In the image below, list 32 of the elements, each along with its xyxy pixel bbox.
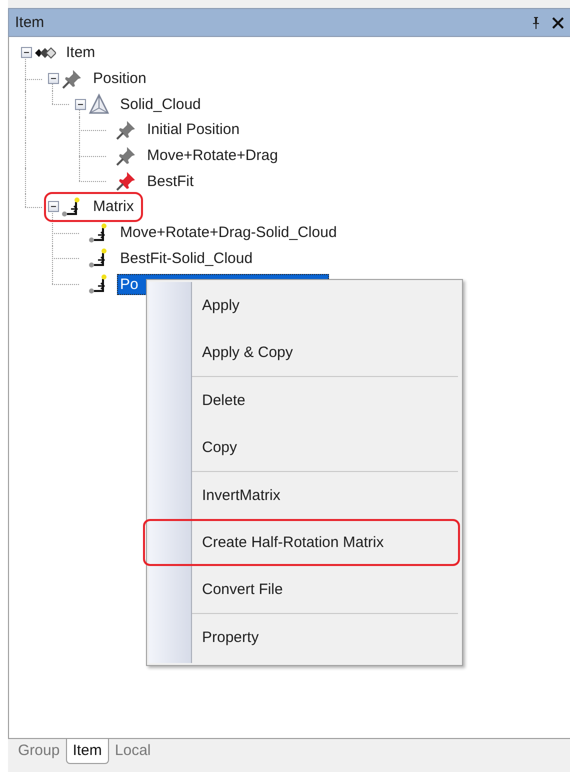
menu-item[interactable]: Property — [143, 614, 460, 661]
panel-title: Item — [15, 14, 46, 31]
tree-item[interactable]: Solid_Cloud — [117, 94, 204, 115]
menu-item[interactable]: Copy — [143, 424, 460, 471]
tab[interactable]: Item — [66, 739, 109, 764]
menu-item[interactable]: Convert File — [143, 566, 460, 613]
close-icon[interactable] — [552, 16, 564, 28]
tree-item[interactable]: Item — [63, 42, 98, 64]
tree-item[interactable]: Move+Rotate+Drag — [144, 145, 281, 166]
collapse-toggle[interactable] — [21, 47, 32, 58]
pushpin-icon — [115, 144, 137, 167]
collapse-toggle[interactable] — [75, 98, 86, 110]
triangle-icon — [88, 93, 110, 116]
tree-item[interactable]: Move+Rotate+Drag-Solid_Cloud — [117, 222, 340, 244]
pin-icon[interactable] — [532, 16, 540, 28]
tree-item[interactable]: BestFit-Solid_Cloud — [117, 248, 256, 269]
menu-item[interactable]: Delete — [143, 377, 460, 424]
tree-item[interactable]: Position — [90, 68, 150, 90]
menu-item[interactable]: Apply — [143, 282, 460, 329]
tree-item[interactable]: Matrix — [90, 196, 137, 218]
tab[interactable]: Local — [108, 739, 157, 764]
tree-item[interactable]: BestFit — [144, 170, 197, 192]
tree-item[interactable]: Initial Position — [144, 119, 243, 140]
collapse-toggle[interactable] — [48, 73, 59, 84]
menu-item[interactable]: Create Half-Rotation Matrix — [143, 519, 460, 566]
menu-item[interactable]: Apply & Copy — [143, 329, 460, 376]
collapse-toggle[interactable] — [48, 201, 59, 212]
tab[interactable]: Group — [12, 739, 66, 764]
menu-item[interactable]: InvertMatrix — [143, 472, 460, 519]
pushpin-icon — [115, 118, 137, 141]
diamonds-icon — [34, 46, 56, 60]
pushpin-icon — [61, 68, 83, 90]
